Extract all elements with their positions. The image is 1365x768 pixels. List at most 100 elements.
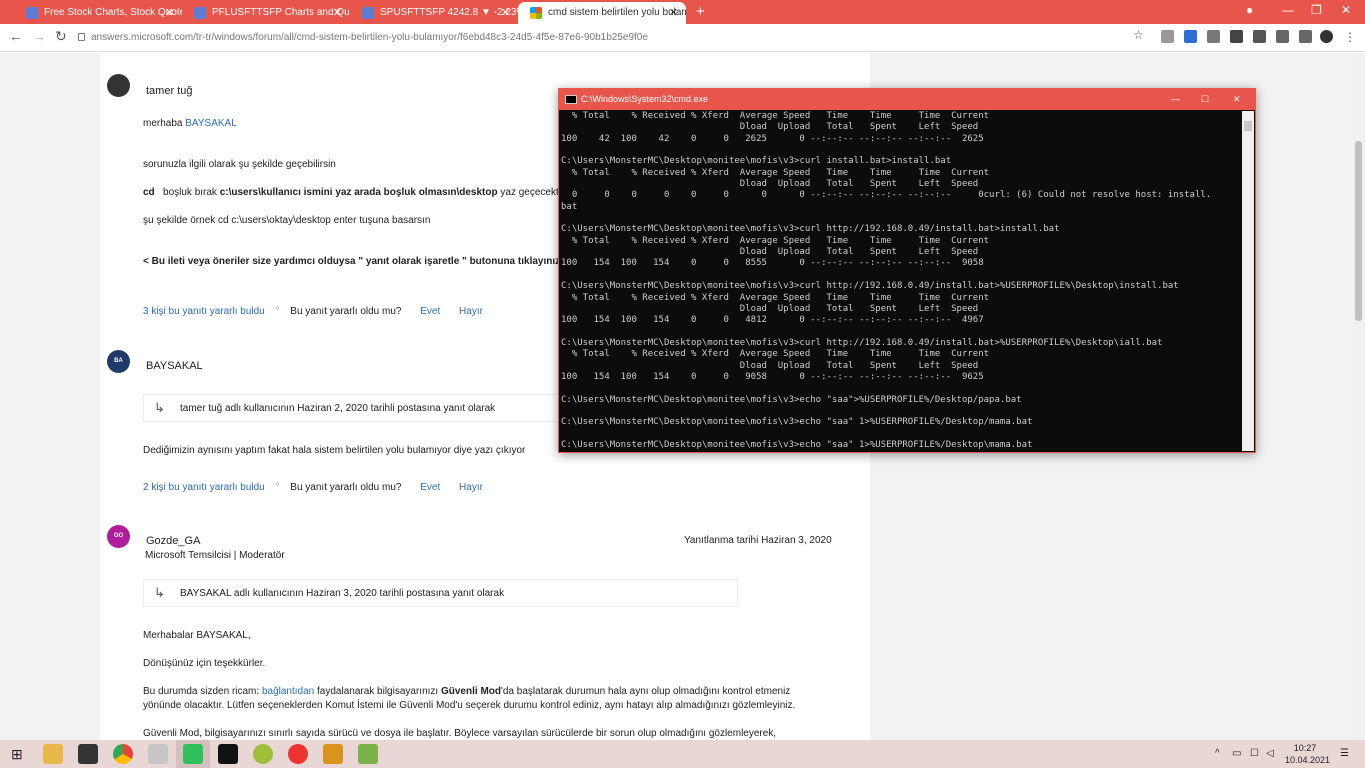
cmd-line — [561, 213, 1241, 224]
tab-3[interactable]: SPUSFTTSFP 4242.8 ▼ -2.23% ✕ — [350, 2, 518, 24]
app-icon[interactable] — [358, 744, 378, 764]
extension-icon[interactable] — [1253, 30, 1266, 43]
puzzle-extensions-icon[interactable] — [1276, 30, 1289, 43]
cmd-line: 100 154 100 154 0 0 9058 0 --:--:-- --:-… — [561, 371, 984, 382]
cmd-taskbar-icon[interactable] — [218, 744, 238, 764]
no-button[interactable]: Hayır — [459, 482, 483, 493]
helpful-row: 2 kişi bu yanıtı yararlı buldu ° Bu yanı… — [143, 482, 483, 493]
extension-icon[interactable] — [1207, 30, 1220, 43]
cmd-line: 100 42 100 42 0 0 2625 0 --:--:-- --:--:… — [561, 133, 984, 144]
notifications-icon[interactable]: ☰ — [1340, 748, 1349, 759]
cmd-line: % Total % Received % Xferd Average Speed… — [561, 167, 990, 178]
cmd-window[interactable]: C:\Windows\System32\cmd.exe — ☐ ✕ % Tota… — [558, 88, 1256, 453]
tab-title: Free Stock Charts, Stock Quotes — [44, 7, 182, 18]
mention-link[interactable]: BAYSAKAL — [185, 118, 237, 129]
author-name[interactable]: Gozde_GA — [146, 535, 200, 547]
tray-chevron-icon[interactable]: ^ — [1215, 748, 1220, 759]
tab-1[interactable]: Free Stock Charts, Stock Quotes ✕ — [14, 2, 182, 24]
post-text: Dediğimizin aynısını yaptım fakat hala s… — [143, 445, 526, 456]
cmd-line — [561, 327, 1241, 338]
microsoft-favicon-icon — [530, 7, 542, 19]
lock-icon — [78, 33, 85, 42]
file-explorer-icon[interactable] — [43, 744, 63, 764]
volume-icon[interactable]: ◁ — [1266, 748, 1274, 759]
cmd-titlebar[interactable]: C:\Windows\System32\cmd.exe — ☐ ✕ — [559, 89, 1255, 110]
post-text: yönünde olacaktır. Lütfen seçeneklerden … — [143, 700, 796, 711]
helpful-row: 3 kişi bu yanıtı yararlı buldu ° Bu yanı… — [143, 306, 483, 317]
extension-icon[interactable] — [1161, 30, 1174, 43]
browser-tab-strip: Free Stock Charts, Stock Quotes ✕ PFLUSFT… — [0, 0, 1365, 24]
cmd-title: C:\Windows\System32\cmd.exe — [581, 94, 709, 104]
windows-start-icon[interactable]: ⊞ — [11, 746, 23, 763]
tab-2[interactable]: PFLUSFTTSFP Charts and Quotes✕ — [182, 2, 350, 24]
maximize-icon[interactable]: ☐ — [1201, 89, 1209, 110]
reply-quote[interactable]: ↳ BAYSAKAL adlı kullanıcının Haziran 3, … — [143, 579, 738, 607]
app-icon[interactable] — [148, 744, 168, 764]
close-tab-icon[interactable]: ✕ — [669, 2, 678, 24]
app-icon[interactable] — [253, 744, 273, 764]
yes-button[interactable]: Evet — [420, 482, 440, 493]
cmd-scrollbar[interactable] — [1242, 111, 1254, 451]
post-text: cd boşluk bırak c:\users\kullanıcı ismin… — [143, 187, 565, 198]
yes-button[interactable]: Evet — [420, 306, 440, 317]
profile-avatar-icon[interactable] — [1320, 30, 1333, 43]
close-tab-icon[interactable]: ✕ — [165, 2, 174, 24]
cmd-line: C:\Users\MonsterMC\Desktop\monitee\mofis… — [561, 417, 1033, 428]
cmd-line: % Total % Received % Xferd Average Speed… — [561, 111, 990, 121]
minimize-window-icon[interactable]: — — [1282, 3, 1294, 17]
cmd-line — [561, 429, 1241, 440]
extension-icon[interactable] — [1230, 30, 1243, 43]
scrollbar-thumb[interactable] — [1355, 141, 1362, 321]
no-button[interactable]: Hayır — [459, 306, 483, 317]
reply-quote[interactable]: ↳ tamer tuğ adlı kullanıcının Haziran 2,… — [143, 394, 563, 422]
address-bar[interactable]: answers.microsoft.com/tr-tr/windows/foru… — [78, 28, 1158, 48]
close-tab-icon[interactable]: ✕ — [333, 2, 342, 24]
tab-4-active[interactable]: cmd sistem belirtilen yolu bulam ✕ — [518, 2, 686, 24]
tab-title: PFLUSFTTSFP Charts and Quotes — [212, 7, 350, 18]
cmd-line: Dload Upload Total Spent Left Speed — [561, 303, 979, 314]
battery-icon[interactable]: ▭ — [1232, 748, 1241, 759]
author-name[interactable]: tamer tuğ — [146, 85, 192, 97]
cmd-line: 100 154 100 154 0 0 4812 0 --:--:-- --:-… — [561, 315, 984, 326]
profile-dot-icon[interactable]: ● — [1246, 3, 1253, 17]
link[interactable]: bağlantıdan — [262, 686, 314, 697]
close-icon[interactable]: ✕ — [1233, 89, 1241, 110]
author-name[interactable]: BAYSAKAL — [146, 360, 203, 372]
helpful-count: 3 kişi bu yanıtı yararlı buldu — [143, 306, 265, 317]
scrollbar-thumb[interactable] — [1244, 121, 1252, 131]
cmd-line: C:\Users\MonsterMC\Desktop\monitee\mofis… — [561, 224, 1060, 235]
close-window-icon[interactable]: ✕ — [1341, 3, 1351, 17]
tab-title: cmd sistem belirtilen yolu bulam — [548, 7, 686, 18]
menu-kebab-icon[interactable]: ⋮ — [1344, 30, 1356, 44]
cmd-line: bat — [561, 201, 578, 212]
new-tab-button[interactable]: + — [696, 3, 705, 20]
reply-arrow-icon: ↳ — [154, 585, 165, 600]
helpful-question: Bu yanıt yararlı oldu mu? — [290, 482, 402, 493]
quote-text: tamer tuğ adlı kullanıcının Haziran 2, 2… — [180, 403, 496, 414]
network-icon[interactable]: ☐ — [1250, 748, 1259, 759]
post-text: Güvenli Mod, bilgisayarınızı sınırlı say… — [143, 728, 777, 739]
reload-icon[interactable]: ↻ — [55, 28, 67, 45]
cmd-output[interactable]: % Total % Received % Xferd Average Speed… — [561, 111, 1241, 451]
taskbar: ⊞ ^ ▭ ☐ ◁ 10:27 10.04.2021 ☰ — [0, 740, 1365, 768]
clock[interactable]: 10:27 10.04.2021 — [1285, 742, 1330, 766]
answer-date: Yanıtlanma tarihi Haziran 3, 2020 — [684, 535, 832, 546]
cmd-line: 0 0 0 0 0 0 0 0 --:--:-- --:--:-- --:--:… — [561, 190, 1212, 201]
bookmark-star-icon[interactable]: ☆ — [1133, 28, 1144, 42]
terminal-app-icon[interactable] — [78, 744, 98, 764]
active-app-icon[interactable] — [183, 744, 203, 764]
chrome-icon[interactable] — [113, 744, 133, 764]
author-role: Microsoft Temsilcisi | Moderatör — [145, 550, 285, 561]
translate-extension-icon[interactable] — [1184, 30, 1197, 43]
close-tab-icon[interactable]: ✕ — [501, 2, 510, 24]
minimize-icon[interactable]: — — [1171, 89, 1180, 110]
page-scrollbar[interactable] — [1352, 53, 1365, 740]
forward-arrow-icon[interactable]: → — [32, 28, 46, 44]
app-icon[interactable] — [288, 744, 308, 764]
site-favicon-icon — [362, 7, 374, 19]
cmd-line: Dload Upload Total Spent Left Speed — [561, 360, 979, 371]
reading-list-icon[interactable] — [1299, 30, 1312, 43]
back-arrow-icon[interactable]: ← — [9, 28, 23, 44]
maximize-window-icon[interactable]: ❐ — [1311, 3, 1322, 17]
sublime-icon[interactable] — [323, 744, 343, 764]
